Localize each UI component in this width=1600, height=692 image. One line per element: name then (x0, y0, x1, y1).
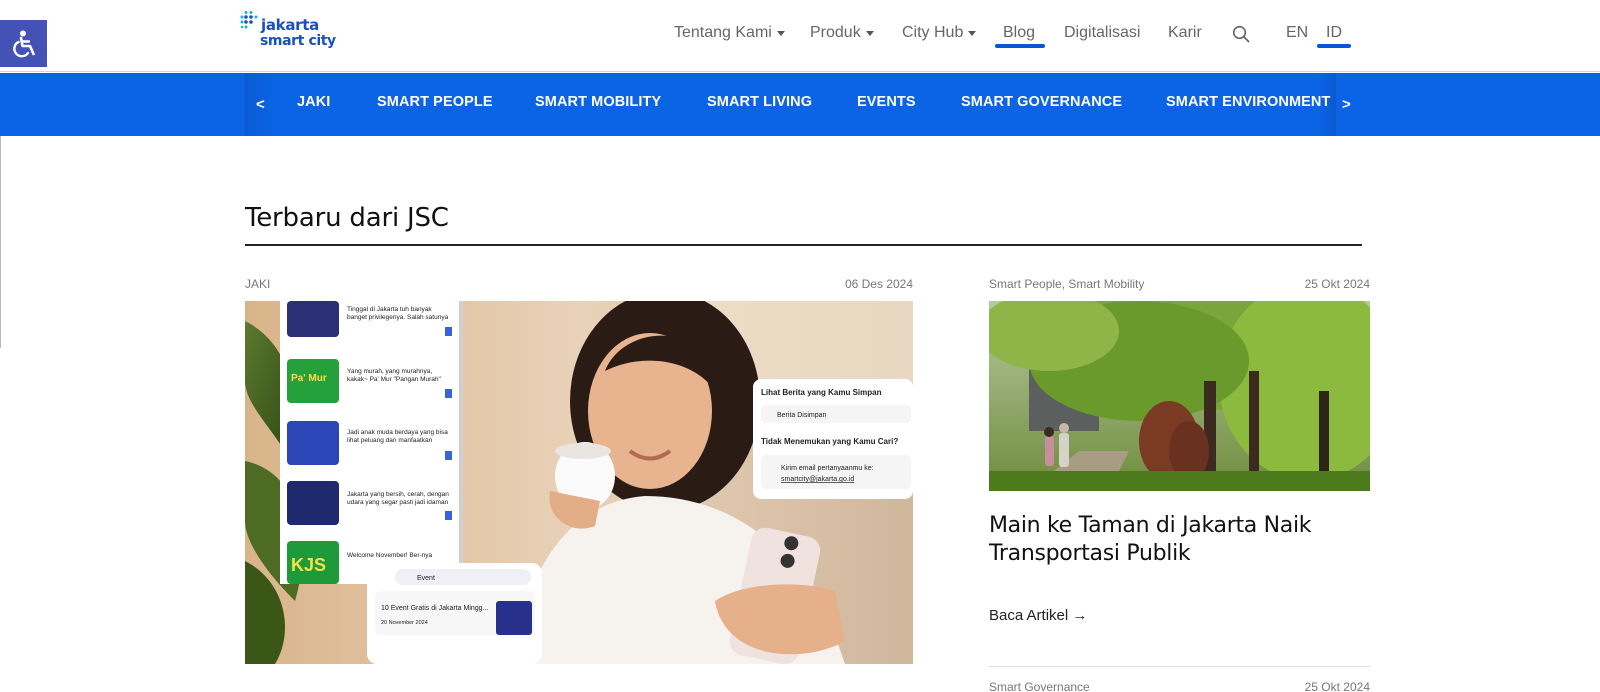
chevron-down-icon (968, 30, 977, 36)
logo-text-smart-city: smart city (260, 33, 336, 49)
left-edge-divider (0, 136, 1, 348)
feature-date: 06 Des 2024 (844, 277, 913, 291)
lang-label: ID (1326, 24, 1342, 41)
category-prev-button[interactable]: < (256, 96, 265, 113)
nav-label: Karir (1168, 24, 1202, 41)
accessibility-button[interactable] (0, 20, 47, 67)
nav-digitalisasi[interactable]: Digitalisasi (1064, 21, 1140, 45)
nav-blog[interactable]: Blog (1003, 21, 1035, 45)
chevron-down-icon (776, 30, 785, 36)
next-article-date: 25 Okt 2024 (1304, 680, 1370, 692)
category-smart-mobility[interactable]: SMART MOBILITY (535, 94, 661, 110)
ui-email: smartcity@jakarta.go.id (781, 476, 854, 483)
ui-list-text: lihat peluang dan manfaatkan (347, 437, 433, 444)
next-article-category[interactable]: Smart Governance (989, 680, 1090, 692)
nav-label: Digitalisasi (1064, 24, 1141, 41)
ui-list-text: Welcome November! Ber-nya (347, 552, 433, 559)
search-icon[interactable] (1232, 25, 1250, 43)
ui-search-query: Event (417, 575, 435, 582)
lang-active-indicator (1317, 44, 1351, 48)
ui-question: Tidak Menemukan yang Kamu Cari? (761, 437, 898, 446)
nav-tentang-kami[interactable]: Tentang Kami (674, 21, 785, 45)
nav-label: Blog (1003, 24, 1036, 41)
ui-list-text: Jadi anak muda berdaya yang bisa (347, 429, 448, 436)
ui-list-text: udara yang segar pasti jadi idaman (347, 499, 449, 506)
feature-category[interactable]: JAKI (245, 277, 270, 291)
side-article-date: 25 Okt 2024 (1304, 277, 1370, 291)
category-link[interactable]: Smart Mobility (1068, 277, 1144, 291)
category-next-button[interactable]: > (1342, 96, 1351, 113)
nav-label: City Hub (902, 24, 964, 41)
chevron-down-icon (865, 30, 874, 36)
nav-city-hub[interactable]: City Hub (902, 21, 977, 45)
side-article-title[interactable]: Main ke Taman di Jakarta Naik Transporta… (989, 512, 1369, 568)
logo-dots-icon (240, 11, 258, 29)
nav-label: Produk (810, 24, 861, 41)
side-article-category[interactable]: Smart People, Smart Mobility (989, 277, 1144, 291)
nav-karir[interactable]: Karir (1168, 21, 1202, 45)
category-link[interactable]: Smart People (989, 277, 1062, 291)
side-article-image[interactable] (989, 301, 1370, 491)
category-smart-people[interactable]: SMART PEOPLE (377, 94, 493, 110)
ui-saved-heading: Lihat Berita yang Kamu Simpan (761, 388, 882, 397)
ui-saved-label: Berita Disimpan (777, 412, 827, 419)
nav-label: Tentang Kami (674, 24, 772, 41)
section-title: Terbaru dari JSC (245, 203, 449, 233)
category-smart-environment[interactable]: SMART ENVIRONMENT (1166, 94, 1330, 110)
article-divider (989, 666, 1370, 667)
ui-email-label: Kirim email pertanyaanmu ke: (781, 465, 874, 472)
section-divider (245, 244, 1362, 246)
jakarta-smart-city-logo[interactable]: jakarta smart city (240, 10, 340, 54)
svg-text:Pa' Mur: Pa' Mur (291, 373, 327, 384)
category-bar: < JAKI SMART PEOPLE SMART MOBILITY SMART… (0, 73, 1600, 136)
site-header: jakarta smart city Tentang Kami Produk C… (0, 0, 1600, 72)
ui-list-text: kakak~ Pa' Mur "Pangan Murah" (347, 376, 442, 383)
category-smart-living[interactable]: SMART LIVING (707, 94, 812, 110)
wheelchair-icon (12, 30, 35, 57)
logo-text-jakarta: jakarta (261, 16, 319, 34)
lang-label: EN (1286, 24, 1309, 41)
lang-en[interactable]: EN (1286, 21, 1308, 45)
category-smart-governance[interactable]: SMART GOVERNANCE (961, 94, 1122, 110)
feature-article-image[interactable]: KJS Pa' Mur Tinggal di Jakarta tuh banya… (245, 301, 913, 664)
ui-search-result: 10 Event Gratis di Jakarta Mingg... (381, 605, 488, 612)
lang-id[interactable]: ID (1326, 21, 1342, 45)
nav-active-indicator (995, 44, 1045, 48)
svg-text:KJS: KJS (291, 555, 326, 575)
nav-produk[interactable]: Produk (810, 21, 874, 45)
ui-list-text: Yang murah, yang murahnya, (347, 368, 432, 375)
ui-list-text: banget privilegenya. Salah satunya (347, 314, 449, 321)
category-events[interactable]: EVENTS (857, 94, 916, 110)
ui-list-text: Jakarta yang bersih, cerah, dengan (347, 491, 449, 498)
ui-list-text: Tinggal di Jakarta tuh banyak (347, 306, 432, 313)
ui-search-meta: 20 November 2024 (381, 620, 428, 626)
read-article-link[interactable]: Baca Artikel → (989, 607, 1087, 624)
category-jaki[interactable]: JAKI (297, 94, 330, 110)
